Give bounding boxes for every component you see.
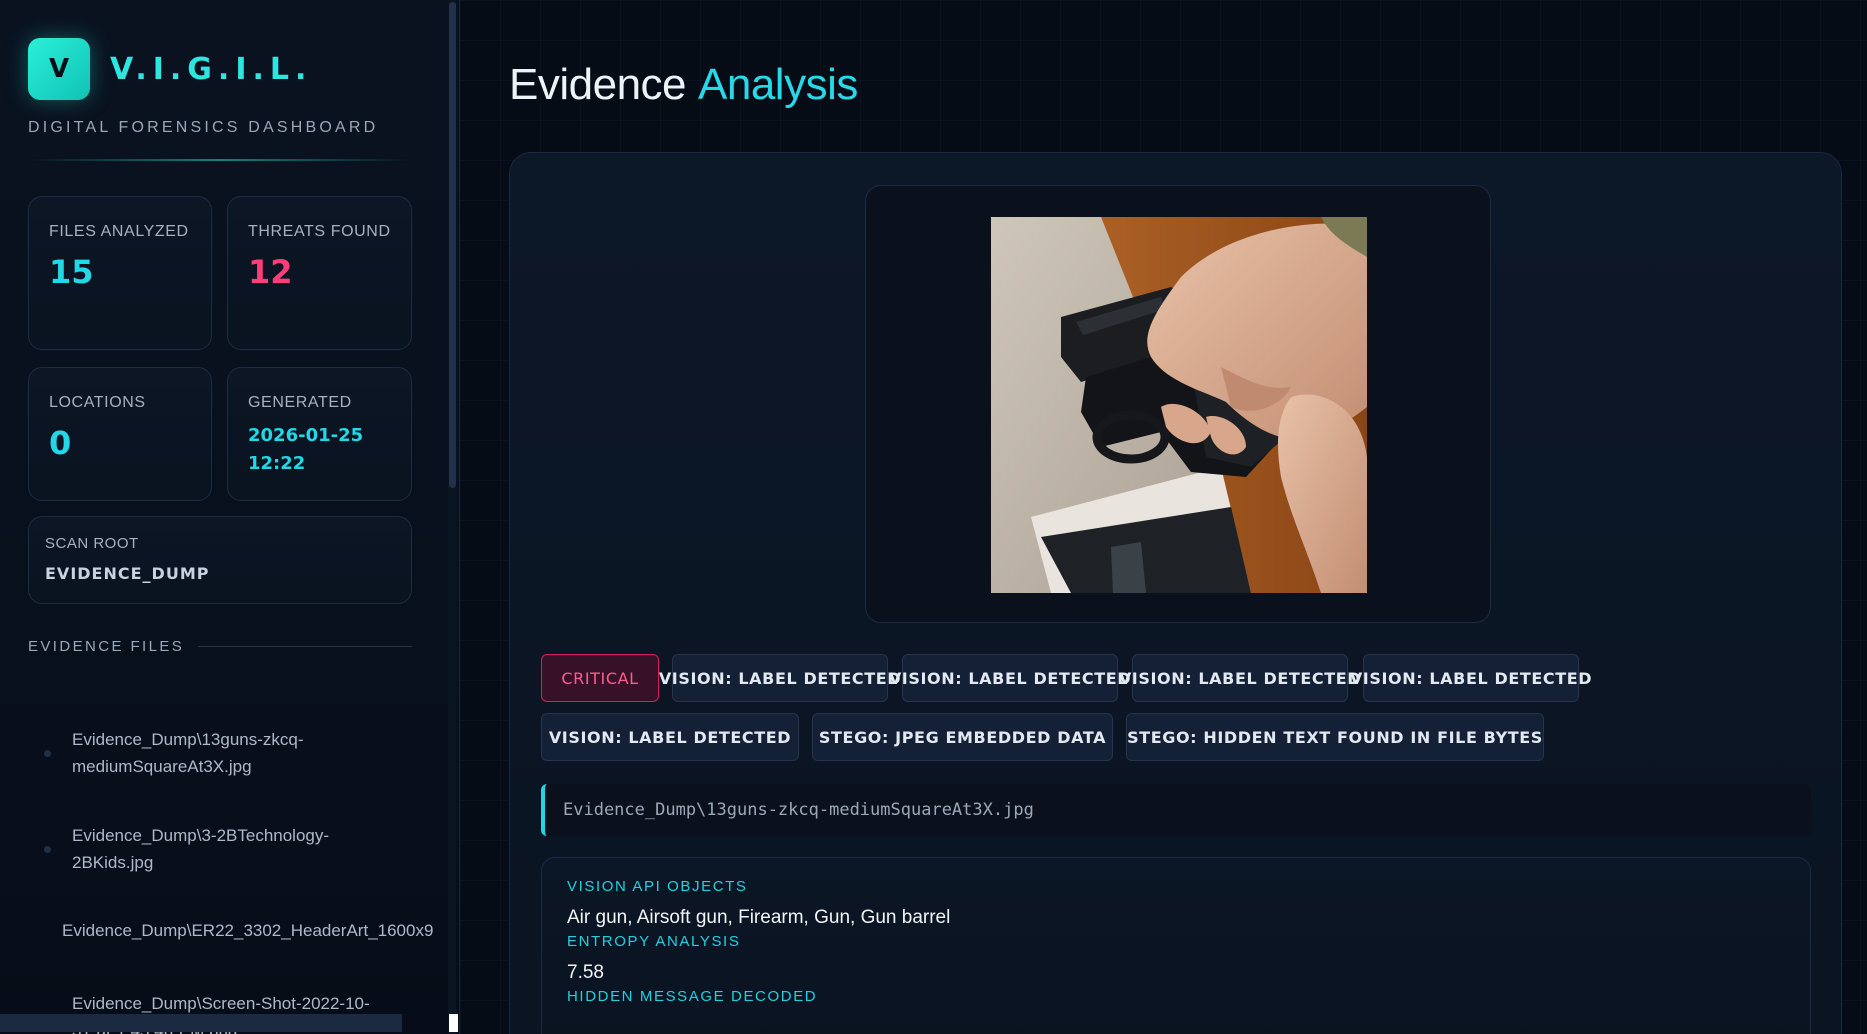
list-item[interactable]: Evidence_Dump\3-2BTechnology-2BKids.jpg (44, 822, 374, 876)
page-title: Evidence Analysis (509, 60, 858, 110)
finding-tag[interactable]: VISION: LABEL DETECTED (889, 654, 1131, 702)
page-title-accent: Analysis (698, 60, 858, 109)
sidebar-horizontal-scrollbar[interactable] (0, 1014, 402, 1032)
v-letter-logo-icon: V (28, 38, 90, 100)
stat-card-locations: LOCATIONS 0 (28, 367, 212, 501)
evidence-image[interactable] (991, 217, 1367, 593)
vision-objects-value: Air gun, Airsoft gun, Firearm, Gun, Gun … (567, 907, 951, 928)
severity-badge[interactable]: CRITICAL (541, 654, 659, 702)
stat-card-files-analyzed: FILES ANALYZED 15 (28, 196, 212, 350)
image-preview-frame (865, 185, 1491, 623)
evidence-panel: CRITICAL VISION: LABEL DETECTED VISION: … (509, 152, 1842, 1034)
stat-card-generated: GENERATED 2026-01-25 12:22 (227, 367, 412, 501)
hidden-message-label: HIDDEN MESSAGE DECODED (567, 988, 818, 1005)
file-name: Evidence_Dump\3-2BTechnology-2BKids.jpg (72, 826, 330, 872)
page-title-primary: Evidence (509, 60, 687, 109)
sidebar: V V.I.G.I.L. DIGITAL FORENSICS DASHBOARD… (0, 0, 460, 1034)
evidence-files-heading: EVIDENCE FILES (28, 638, 412, 655)
brand: V V.I.G.I.L. (28, 38, 412, 100)
sidebar-content: V V.I.G.I.L. DIGITAL FORENSICS DASHBOARD… (28, 38, 433, 1034)
entropy-label: ENTROPY ANALYSIS (567, 933, 741, 950)
finding-tag[interactable]: STEGO: JPEG EMBEDDED DATA (812, 713, 1113, 761)
evidence-photo (991, 217, 1367, 593)
heading-divider (198, 646, 412, 647)
file-path-display: Evidence_Dump\13guns-zkcq-mediumSquareAt… (541, 784, 1811, 836)
stat-value: 12 (248, 253, 293, 291)
finding-tag[interactable]: VISION: LABEL DETECTED (659, 654, 901, 702)
brand-subtitle: DIGITAL FORENSICS DASHBOARD (28, 119, 379, 136)
scan-root-label: SCAN ROOT (45, 535, 139, 552)
file-name: Evidence_Dump\13guns-zkcq-mediumSquareAt… (72, 730, 304, 776)
stat-card-threats-found: THREATS FOUND 12 (227, 196, 412, 350)
scan-root-card: SCAN ROOT EVIDENCE_DUMP (28, 516, 412, 604)
stat-value: 0 (49, 424, 72, 462)
finding-tag[interactable]: STEGO: HIDDEN TEXT FOUND IN FILE BYTES (1126, 713, 1544, 761)
scrollbar-corner (449, 1014, 458, 1032)
finding-tag[interactable]: VISION: LABEL DETECTED (1119, 654, 1361, 702)
brand-name: V.I.G.I.L. (110, 51, 313, 87)
stat-label: GENERATED (248, 394, 352, 411)
sidebar-scrollbar-thumb[interactable] (449, 2, 456, 488)
stat-label: THREATS FOUND (248, 223, 391, 240)
main-content: Evidence Analysis CRITICAL VISION: LABEL… (460, 0, 1867, 1034)
stat-label: FILES ANALYZED (49, 223, 189, 240)
app-window: V V.I.G.I.L. DIGITAL FORENSICS DASHBOARD… (0, 0, 1867, 1034)
list-item[interactable]: Evidence_Dump\13guns-zkcq-mediumSquareAt… (44, 726, 374, 780)
brand-divider (28, 159, 412, 161)
scan-root-value: EVIDENCE_DUMP (45, 564, 210, 583)
vision-objects-label: VISION API OBJECTS (567, 878, 748, 895)
stat-value: 15 (49, 253, 94, 291)
stat-value-date: 2026-01-25 (248, 425, 364, 446)
stat-value-time: 12:22 (248, 453, 306, 474)
analysis-details-card: VISION API OBJECTS Air gun, Airsoft gun,… (541, 857, 1811, 1034)
dot-icon (44, 845, 51, 853)
finding-tag[interactable]: VISION: LABEL DETECTED (1350, 654, 1592, 702)
list-item[interactable]: Evidence_Dump\ER22_3302_HeaderArt_1600x9 (62, 917, 459, 944)
file-path-text: Evidence_Dump\13guns-zkcq-mediumSquareAt… (563, 800, 1034, 820)
finding-tag[interactable]: VISION: LABEL DETECTED (541, 713, 799, 761)
evidence-files-title: EVIDENCE FILES (28, 638, 185, 655)
file-name: Evidence_Dump\ER22_3302_HeaderArt_1600x9 (62, 921, 434, 940)
dot-icon (44, 749, 51, 757)
stat-label: LOCATIONS (49, 394, 146, 411)
entropy-value: 7.58 (567, 962, 604, 983)
